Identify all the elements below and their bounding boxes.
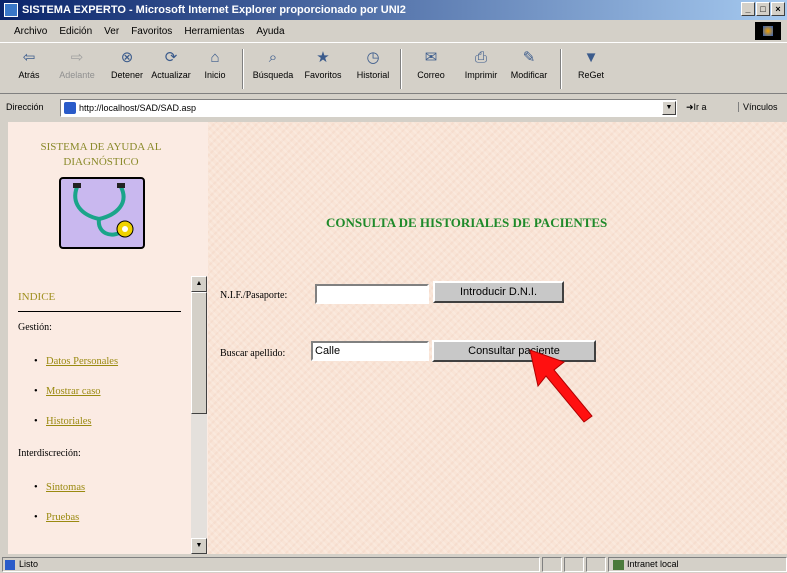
back-button[interactable]: ⇦ Atrás xyxy=(6,49,52,80)
section-label-gestion: Gestión: xyxy=(18,322,52,333)
menu-ayuda[interactable]: Ayuda xyxy=(256,26,284,37)
search-icon: ⌕ xyxy=(268,49,278,66)
print-icon: ⎙ xyxy=(474,49,487,66)
reget-icon: ▼ xyxy=(583,49,599,66)
surname-input[interactable]: Calle xyxy=(311,341,429,361)
address-input[interactable]: http://localhost/SAD/SAD.asp xyxy=(60,99,677,117)
toolbar: ⇦ Atrás ⇨ Adelante ⊗ Detener ⟳ Actualizar ⌂ I… xyxy=(0,42,787,94)
section-label-interdiscrecion: Interdiscreción: xyxy=(18,448,81,459)
zone-text: Intranet local xyxy=(627,559,679,569)
link-mostrar-caso[interactable]: Mostrar caso xyxy=(34,386,100,397)
refresh-icon: ⟳ xyxy=(164,49,178,66)
home-icon: ⌂ xyxy=(210,49,220,66)
page-content: SISTEMA DE AYUDA AL DIAGNÓSTICO INDICE G… xyxy=(8,122,787,554)
windows-logo-icon xyxy=(755,22,781,40)
menu-bar: Archivo Edición Ver Favoritos Herramient… xyxy=(0,22,787,40)
nif-input[interactable] xyxy=(315,284,429,304)
introducir-dni-button[interactable]: Introducir D.N.I. xyxy=(433,281,564,303)
go-button[interactable]: ➜Ir a xyxy=(686,102,707,113)
scroll-up-arrow-icon[interactable]: ▲ xyxy=(191,276,207,292)
history-icon: ◷ xyxy=(366,49,380,66)
search-button[interactable]: ⌕ Búsqueda xyxy=(250,49,296,80)
link-pruebas[interactable]: Pruebas xyxy=(34,512,79,523)
print-button[interactable]: ⎙ Imprimir xyxy=(458,49,504,80)
toolbar-separator xyxy=(560,49,562,89)
address-label: Dirección xyxy=(6,102,44,112)
stop-button[interactable]: ⊗ Detener xyxy=(104,49,150,80)
mail-button[interactable]: ✉ Correo xyxy=(408,49,454,80)
back-arrow-icon: ⇦ xyxy=(22,49,36,66)
status-panel xyxy=(564,557,584,572)
status-text-panel: Listo xyxy=(2,557,540,572)
menu-favoritos[interactable]: Favoritos xyxy=(131,26,172,37)
sidebar-title: SISTEMA DE AYUDA AL DIAGNÓSTICO xyxy=(40,141,162,168)
page-title: CONSULTA DE HISTORIALES DE PACIENTES xyxy=(326,215,608,230)
status-bar: Listo Intranet local xyxy=(0,555,787,573)
mail-icon: ✉ xyxy=(424,49,438,66)
favorites-button[interactable]: ★ Favoritos xyxy=(300,49,346,80)
close-button[interactable]: × xyxy=(771,2,785,16)
sidebar-scrollbar[interactable]: ▲ ▼ xyxy=(191,276,207,554)
ie-icon xyxy=(4,3,18,17)
toolbar-separator xyxy=(242,49,244,89)
refresh-button[interactable]: ⟳ Actualizar xyxy=(148,49,194,80)
links-button[interactable]: Vínculos xyxy=(738,102,778,112)
scrollbar-thumb[interactable] xyxy=(191,292,207,414)
title-bar: SISTEMA EXPERTO - Microsoft Internet Exp… xyxy=(0,0,787,20)
maximize-button[interactable]: □ xyxy=(756,2,770,16)
favorites-icon: ★ xyxy=(316,49,330,66)
status-panel xyxy=(542,557,562,572)
forward-arrow-icon: ⇨ xyxy=(70,49,84,66)
toolbar-separator xyxy=(400,49,402,89)
divider xyxy=(18,311,181,312)
address-url: http://localhost/SAD/SAD.asp xyxy=(79,103,197,113)
home-button[interactable]: ⌂ Inicio xyxy=(192,49,238,80)
edit-button[interactable]: ✎ Modificar xyxy=(506,49,552,80)
reget-button[interactable]: ▼ ReGet xyxy=(568,49,614,80)
menu-ver[interactable]: Ver xyxy=(104,26,119,37)
link-historiales[interactable]: Historiales xyxy=(34,416,91,427)
status-panel xyxy=(586,557,606,572)
intranet-icon xyxy=(613,560,624,570)
address-bar: Dirección http://localhost/SAD/SAD.asp ▼… xyxy=(0,96,787,120)
window-title: SISTEMA EXPERTO - Microsoft Internet Exp… xyxy=(22,4,406,16)
minimize-button[interactable]: _ xyxy=(741,2,755,16)
address-dropdown-button[interactable]: ▼ xyxy=(662,101,676,115)
edit-icon: ✎ xyxy=(522,49,536,66)
page-icon xyxy=(64,102,76,114)
menu-edicion[interactable]: Edición xyxy=(59,26,92,37)
status-text: Listo xyxy=(19,559,39,569)
index-heading: INDICE xyxy=(18,291,56,303)
surname-label: Buscar apellido: xyxy=(220,348,286,359)
history-button[interactable]: ◷ Historial xyxy=(350,49,396,80)
menu-herramientas[interactable]: Herramientas xyxy=(184,26,244,37)
stop-icon: ⊗ xyxy=(120,49,134,66)
zone-panel: Intranet local xyxy=(608,557,787,572)
page-status-icon xyxy=(5,560,15,570)
nif-label: N.I.F./Pasaporte: xyxy=(220,290,288,301)
sidebar: SISTEMA DE AYUDA AL DIAGNÓSTICO INDICE G… xyxy=(8,122,208,554)
scroll-down-arrow-icon[interactable]: ▼ xyxy=(191,538,207,554)
link-sintomas[interactable]: Síntomas xyxy=(34,482,85,493)
link-datos-personales[interactable]: Datos Personales xyxy=(34,356,118,367)
menu-archivo[interactable]: Archivo xyxy=(14,26,47,37)
stethoscope-logo-icon xyxy=(59,177,145,249)
browser-window: SISTEMA EXPERTO - Microsoft Internet Exp… xyxy=(0,0,787,573)
forward-button[interactable]: ⇨ Adelante xyxy=(54,49,100,80)
red-pointer-arrow-icon xyxy=(529,349,593,423)
